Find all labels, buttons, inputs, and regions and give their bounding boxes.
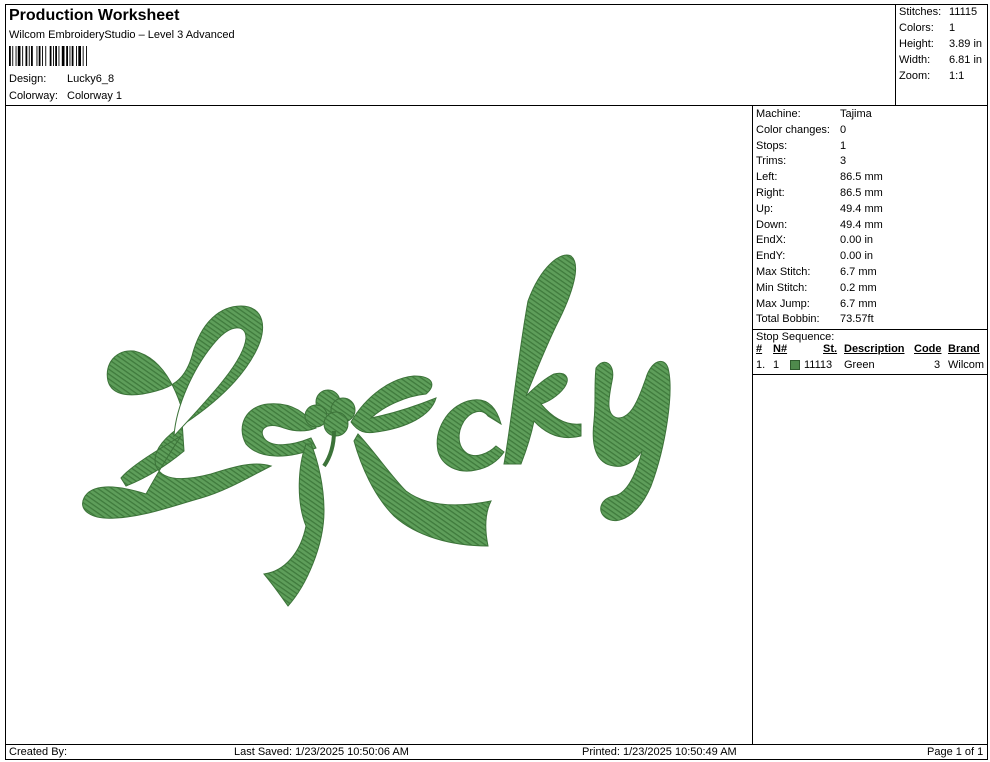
stat-zoom: Zoom: 1:1 [899, 70, 964, 82]
design-preview [6, 106, 753, 744]
machine-info-value: 0.00 in [840, 234, 874, 247]
machine-info-panel: Machine: Tajima Color changes: 0 Stops: 1 Trim… [753, 106, 987, 744]
stop-description: Green [844, 359, 875, 371]
col-n: N# [773, 343, 788, 355]
machine-info-value: 73.57ft [840, 313, 874, 326]
machine-info-label: EndY: [756, 250, 786, 263]
stat-height: Height: 3.89 in [899, 38, 982, 50]
section-divider [753, 374, 987, 375]
stat-value: 6.81 in [949, 54, 983, 66]
machine-info-row: Total Bobbin: 73.57ft [756, 313, 874, 325]
stat-label: Stitches: [899, 6, 942, 18]
col-code: Code [914, 343, 942, 355]
machine-info-value: 86.5 mm [840, 187, 883, 199]
stat-label: Width: [899, 54, 931, 66]
machine-info-label: Up: [756, 202, 774, 215]
colorway-value: Colorway 1 [67, 90, 123, 102]
printed-date: Printed: 1/23/2025 10:50:49 AM [582, 746, 737, 758]
design-value: Lucky6_8 [67, 73, 115, 85]
machine-info-row: Trims: 3 [756, 155, 846, 167]
design-label: Design: [9, 73, 47, 85]
stop-sequence-title: Stop Sequence: [756, 331, 835, 343]
machine-info-label: EndX: [756, 234, 786, 247]
machine-info-row: Down: 49.4 mm [756, 219, 883, 231]
machine-info-row: Machine: Tajima [756, 108, 872, 120]
stat-label: Height: [899, 38, 934, 50]
machine-info-row: Max Stitch: 6.7 mm [756, 266, 877, 278]
embroidery-design-image [82, 254, 671, 607]
machine-info-row: EndY: 0.00 in [756, 250, 873, 262]
machine-info-value: 49.4 mm [840, 202, 883, 215]
col-description: Description [844, 343, 905, 355]
stat-value: 1 [949, 22, 956, 34]
machine-info-row: Up: 49.4 mm [756, 203, 883, 215]
machine-info-label: Stops: [756, 139, 788, 152]
machine-info-value: 0.00 in [840, 250, 874, 263]
stop-stitches: 11113 [804, 359, 833, 371]
machine-info-value: 1 [840, 139, 847, 152]
machine-info-value: 0.2 mm [840, 281, 877, 294]
section-divider [753, 329, 987, 330]
machine-info-label: Total Bobbin: [756, 313, 820, 326]
machine-info-label: Machine: [756, 108, 801, 120]
last-saved: Last Saved: 1/23/2025 10:50:06 AM [234, 746, 409, 758]
barcode-image [9, 46, 87, 66]
stat-value: 3.89 in [949, 38, 983, 50]
machine-info-label: Max Stitch: [756, 266, 811, 278]
stat-stitches: Stitches: 11115 [899, 6, 977, 18]
colorway-row: Colorway: Colorway 1 [9, 90, 122, 102]
worksheet-frame: Production Worksheet Wilcom EmbroiderySt… [5, 4, 988, 760]
col-num: # [756, 343, 763, 355]
stop-code: 3 [934, 359, 941, 371]
stat-value: 11115 [949, 6, 978, 18]
machine-info-row: Right: 86.5 mm [756, 187, 883, 199]
page-title: Production Worksheet [9, 7, 180, 24]
machine-info-label: Right: [756, 187, 785, 199]
machine-info-value: 86.5 mm [840, 171, 883, 184]
thread-swatch [790, 360, 800, 370]
stat-label: Zoom: [899, 70, 931, 82]
page-number: Page 1 of 1 [927, 746, 984, 758]
stat-colors: Colors: 1 [899, 22, 955, 34]
machine-info-row: EndX: 0.00 in [756, 234, 873, 246]
colorway-label: Colorway: [9, 90, 58, 102]
machine-info-value: 0 [840, 123, 847, 136]
software-name: Wilcom EmbroideryStudio – Level 3 Advanc… [9, 29, 235, 41]
machine-info-label: Down: [756, 218, 788, 231]
machine-info-row: Color changes: 0 [756, 124, 846, 136]
created-by: Created By: [9, 746, 68, 758]
stop-num: 1. [756, 359, 766, 371]
machine-info-row: Stops: 1 [756, 140, 846, 152]
col-st: St. [823, 343, 838, 355]
col-brand: Brand [948, 343, 980, 355]
stop-brand: Wilcom [948, 359, 985, 371]
machine-info-row: Max Jump: 6.7 mm [756, 298, 877, 310]
machine-info-value: 6.7 mm [840, 266, 877, 278]
machine-info-row: Left: 86.5 mm [756, 171, 883, 183]
machine-info-label: Min Stitch: [756, 281, 808, 294]
stat-value: 1:1 [949, 70, 965, 82]
design-row: Design: Lucky6_8 [9, 73, 114, 85]
stop-n: 1 [773, 359, 780, 371]
worksheet-footer: Created By: Last Saved: 1/23/2025 10:50:… [6, 744, 987, 759]
machine-info-value: Tajima [840, 108, 872, 120]
design-stats-box: Stitches: 11115 Colors: 1 Height: 3.89 in W… [895, 5, 987, 106]
worksheet-header: Production Worksheet Wilcom EmbroiderySt… [6, 5, 895, 106]
machine-info-label: Max Jump: [756, 297, 810, 310]
machine-info-row: Min Stitch: 0.2 mm [756, 282, 877, 294]
machine-info-value: 3 [840, 155, 847, 168]
machine-info-label: Color changes: [756, 123, 830, 136]
stat-width: Width: 6.81 in [899, 54, 982, 66]
machine-info-label: Left: [756, 171, 778, 184]
stat-label: Colors: [899, 22, 934, 34]
machine-info-label: Trims: [756, 155, 787, 168]
machine-info-value: 49.4 mm [840, 218, 883, 231]
machine-info-value: 6.7 mm [840, 297, 877, 310]
